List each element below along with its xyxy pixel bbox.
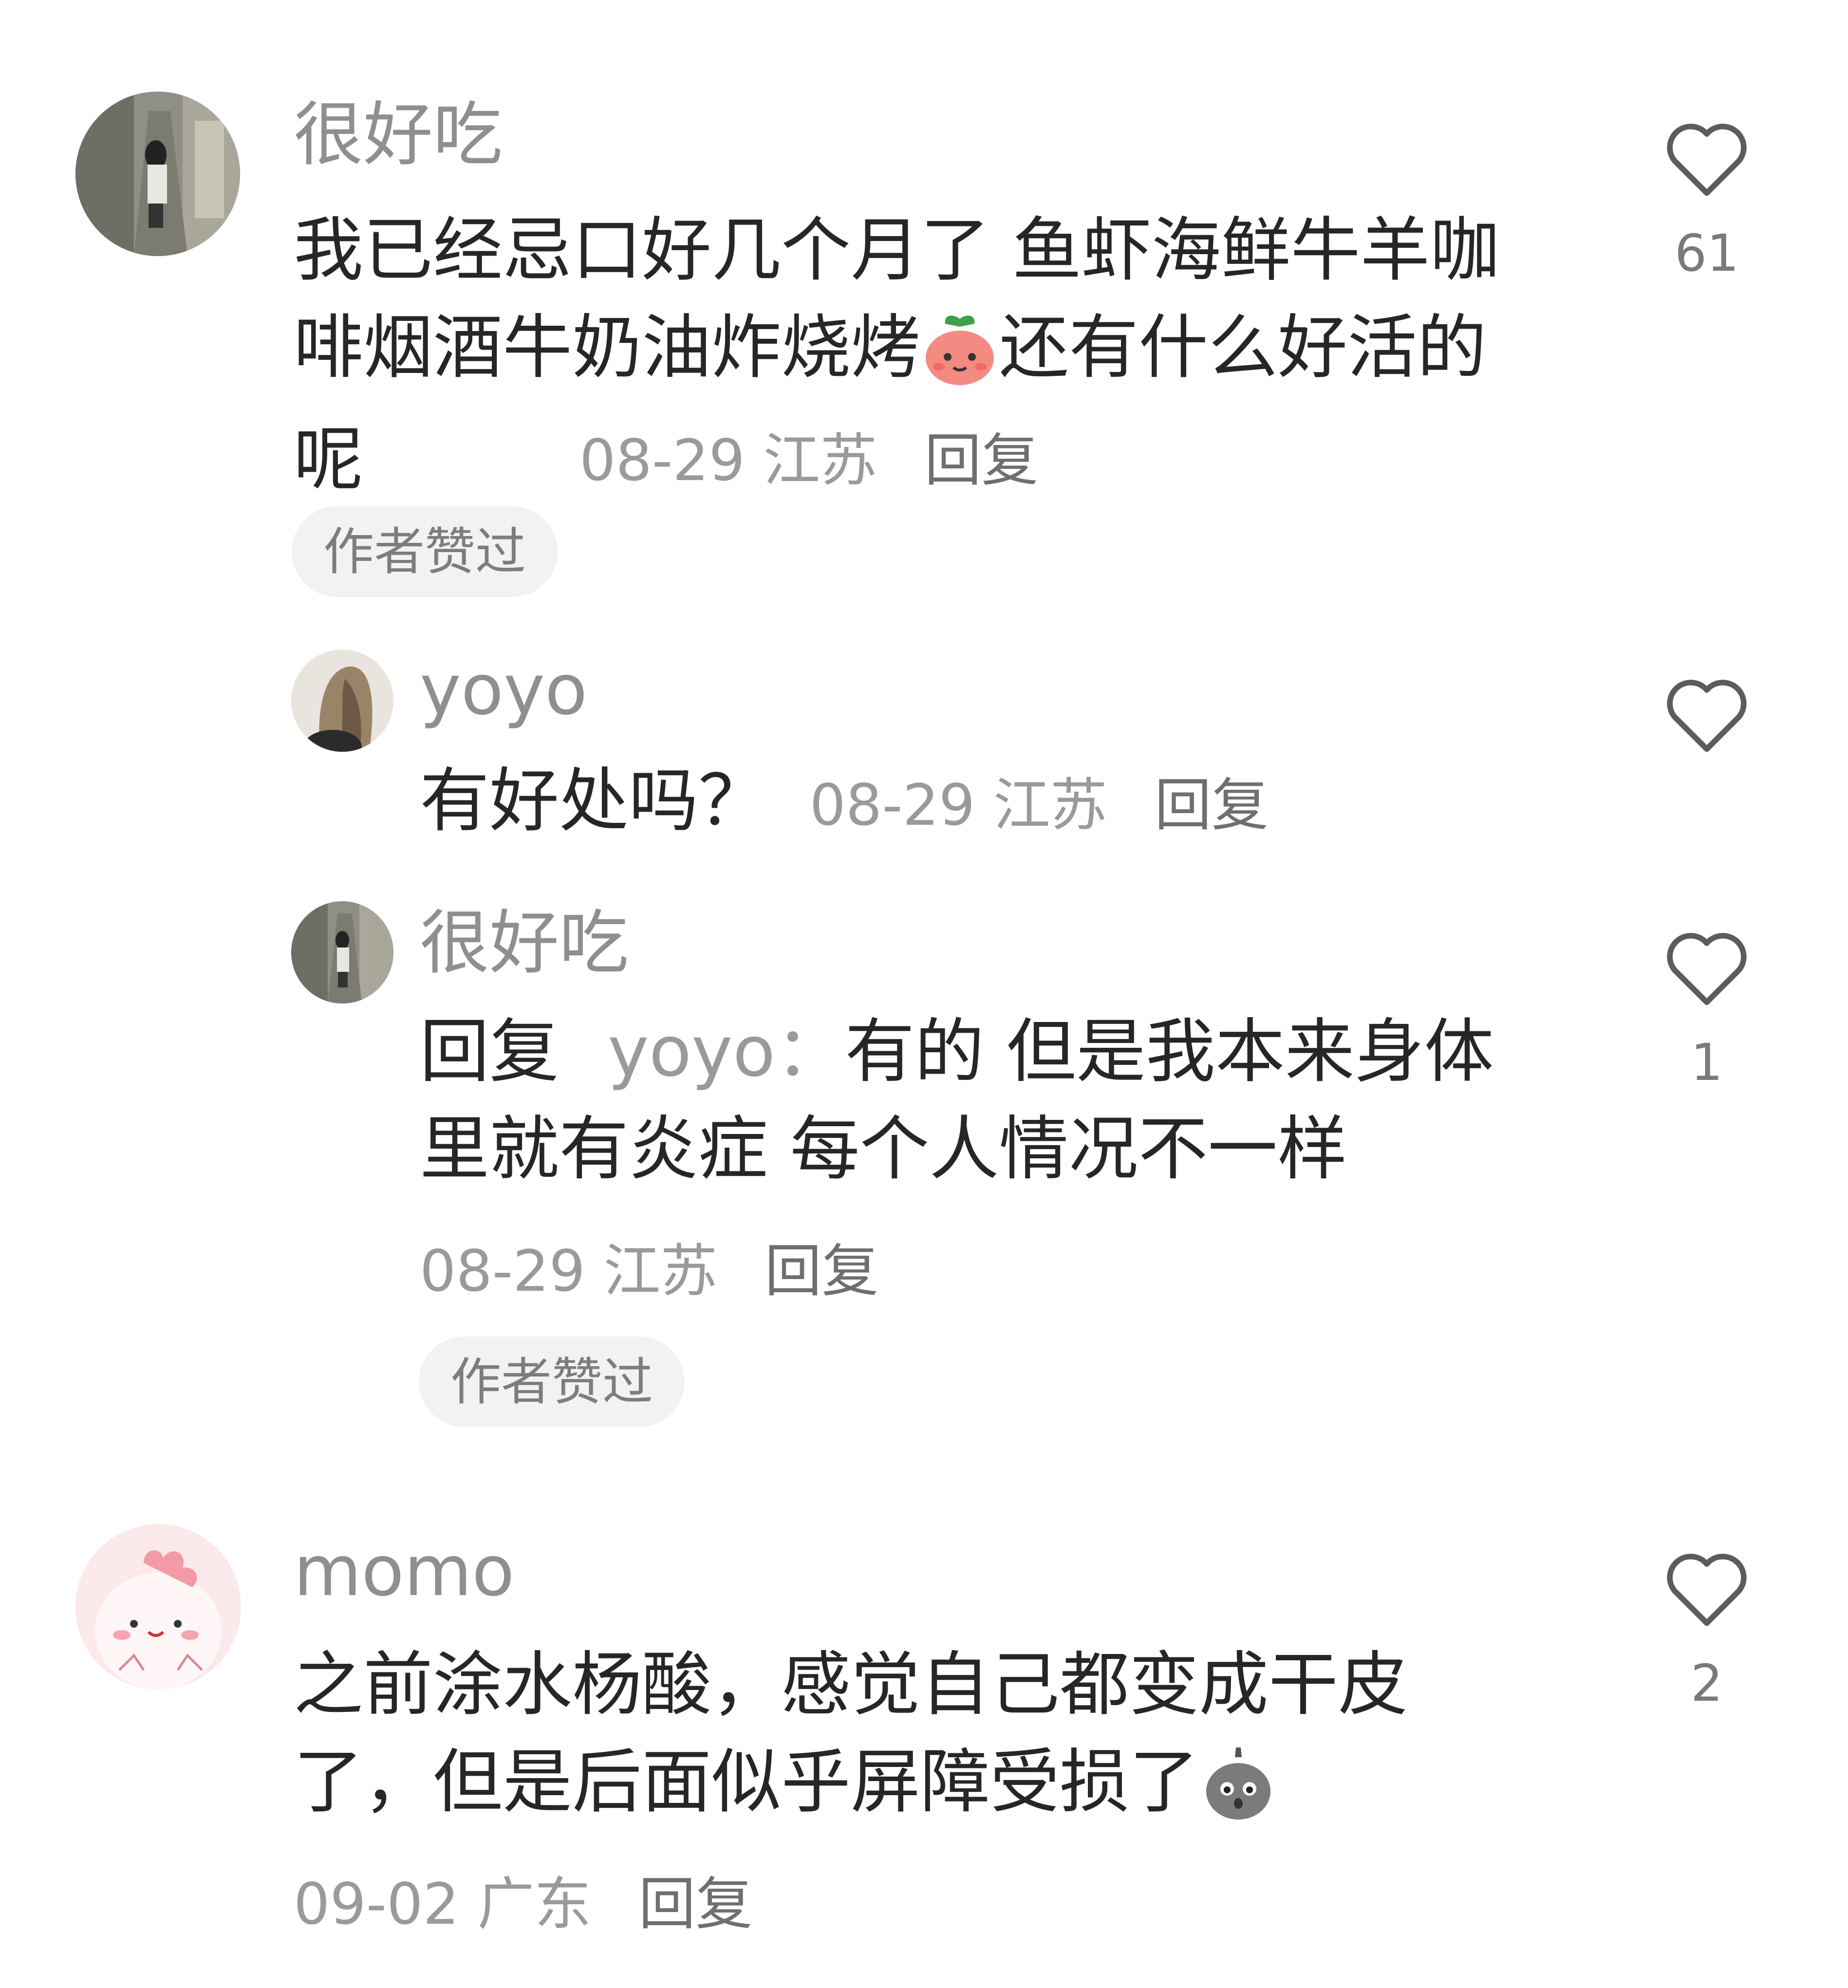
reply-button[interactable]: 回复 (1155, 772, 1269, 838)
comment-location: 江苏 (763, 427, 877, 494)
comment-date: 08-29 (579, 427, 745, 494)
like-button[interactable] (1661, 672, 1753, 755)
comment-date: 09-02 (294, 1871, 459, 1937)
like-count: 1 (1690, 1033, 1723, 1092)
username[interactable]: 很好吃 (420, 908, 629, 978)
reply-target-username[interactable]: yoyo： (608, 1011, 845, 1092)
comment-text: 之前涂水杨酸，感觉自己都变成干皮了，但是后面似乎屏障受损了 (294, 1636, 1472, 1845)
heart-outline-icon (1667, 1554, 1747, 1626)
heart-outline-icon (1667, 124, 1747, 196)
like-button[interactable]: 1 (1661, 925, 1753, 1088)
heart-outline-icon (1667, 933, 1747, 1005)
avatar[interactable] (75, 92, 240, 256)
reply-location: 江苏 (993, 772, 1107, 838)
heart-outline-icon (1667, 680, 1747, 752)
comment-location: 广东 (477, 1871, 592, 1937)
comment-meta: 08-29 江苏 回复 (579, 414, 1038, 497)
avatar[interactable] (75, 1524, 241, 1690)
author-liked-badge: 作者赞过 (292, 506, 558, 597)
reply-date: 08-29 (809, 772, 975, 838)
reply-text-body: 有好处吗？ (420, 760, 768, 841)
reply-date: 08-29 (420, 1238, 585, 1304)
reply-button[interactable]: 回复 (638, 1871, 752, 1937)
username[interactable]: 很好吃 (294, 100, 503, 169)
username[interactable]: momo (294, 1536, 515, 1606)
reply-button[interactable]: 回复 (765, 1238, 878, 1304)
grey-ghost-emoji (1202, 1743, 1275, 1845)
peach-face-emoji (923, 313, 996, 411)
comment-meta: 09-02 广东 回复 (294, 1858, 752, 1940)
username[interactable]: yoyo (420, 655, 587, 725)
reply-text: 有好处吗？ 08-29 江苏 回复 (420, 752, 1269, 854)
like-button[interactable]: 61 (1661, 116, 1753, 279)
reply-meta: 08-29 江苏 回复 (420, 1225, 878, 1307)
avatar[interactable] (291, 650, 393, 752)
reply-location: 江苏 (603, 1238, 718, 1304)
like-count: 2 (1690, 1654, 1723, 1713)
like-count: 61 (1674, 223, 1739, 283)
reply-prefix: 回复 (420, 1011, 559, 1092)
reply-text: 回复 yoyo：有的 但是我本来身体里就有炎症 每个人情况不一样 (420, 1003, 1554, 1198)
reply-text-body: 有的 但是我本来身体里就有炎症 每个人情况不一样 (420, 1011, 1494, 1189)
reply-button[interactable]: 回复 (924, 427, 1038, 494)
like-button[interactable]: 2 (1661, 1546, 1753, 1709)
author-liked-badge: 作者赞过 (419, 1337, 685, 1427)
avatar[interactable] (291, 901, 393, 1003)
reply-meta: 08-29 江苏 回复 (809, 772, 1268, 838)
